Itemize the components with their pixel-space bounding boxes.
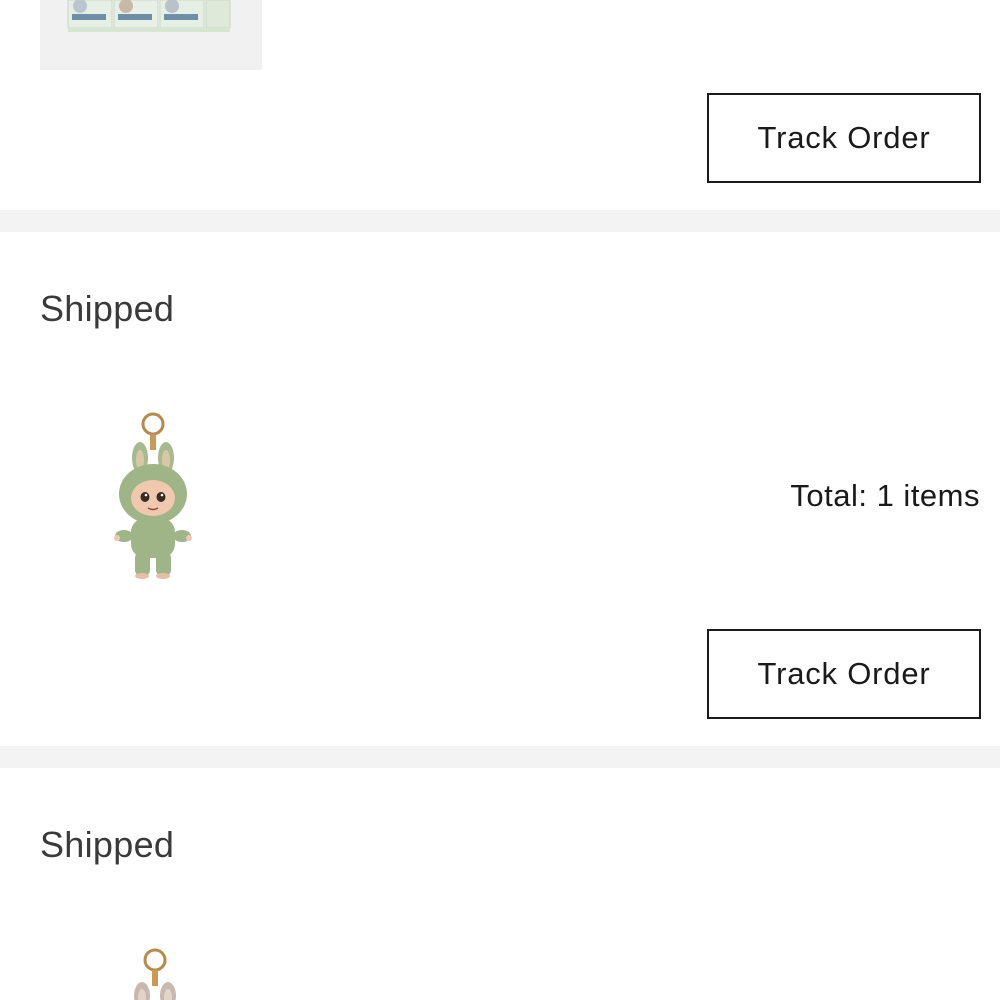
order-card: Shipped [0, 232, 1000, 746]
bunny-keychain-image [134, 948, 176, 1000]
section-divider [0, 746, 1000, 768]
order-status: Shipped [40, 824, 175, 865]
product-thumbnail[interactable] [100, 946, 204, 1000]
order-card: Shipped [0, 768, 1000, 1000]
section-divider [0, 210, 1000, 232]
product-thumbnail[interactable] [100, 410, 204, 582]
order-status: Shipped [40, 288, 175, 329]
green-bunny-keychain-image [114, 412, 192, 579]
track-order-button[interactable]: Track Order [707, 93, 981, 183]
blind-box-set-image [40, 0, 262, 70]
orders-page: Track Order Shipped Total: 1 items Track… [0, 0, 1000, 1000]
order-total: Total: 1 items [790, 478, 980, 513]
product-thumbnail[interactable] [40, 0, 262, 70]
track-order-button[interactable]: Track Order [707, 629, 981, 719]
order-card: Track Order [0, 0, 1000, 210]
